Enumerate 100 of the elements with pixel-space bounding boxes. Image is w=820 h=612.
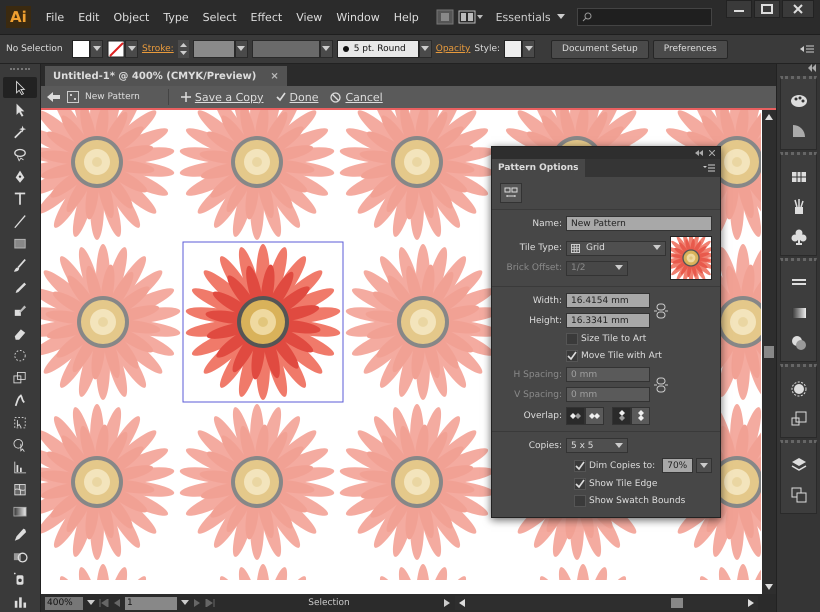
menu-item[interactable]: Select	[198, 8, 242, 26]
copies-dropdown[interactable]: 5 x 5	[566, 438, 628, 453]
stroke-link[interactable]: Stroke:	[142, 44, 174, 54]
checkbox[interactable]	[566, 350, 578, 362]
variable-width-field[interactable]	[252, 40, 320, 58]
caret-icon[interactable]	[237, 46, 246, 52]
back-arrow-icon[interactable]	[47, 91, 61, 103]
checkbox-label: Show Tile Edge	[589, 479, 658, 489]
checkbox-label: Show Swatch Bounds	[589, 496, 686, 506]
artboards-icon[interactable]	[788, 485, 808, 505]
toolbar-button[interactable]: Document Setup	[551, 40, 649, 58]
scrollbar-thumb[interactable]	[764, 346, 774, 358]
status-menu-icon[interactable]	[443, 599, 451, 607]
bridge-icon[interactable]	[436, 9, 454, 25]
checkmark-icon	[276, 92, 286, 102]
style-swatch[interactable]	[504, 40, 522, 58]
close-icon[interactable]	[782, 0, 814, 18]
caret-icon[interactable]	[615, 442, 623, 448]
input-field[interactable]: 70%	[662, 458, 693, 473]
menu-item[interactable]: Type	[158, 8, 194, 26]
link-icon[interactable]	[654, 302, 668, 318]
page-field[interactable]: 1	[125, 596, 177, 610]
club-icon[interactable]	[788, 227, 808, 247]
grid-icon	[571, 244, 580, 252]
checkbox-label: Size Tile to Art	[581, 334, 646, 344]
close-icon[interactable]	[709, 150, 715, 156]
brush-dot-icon	[342, 46, 349, 52]
checkbox[interactable]	[574, 460, 586, 472]
stroke-weight-field[interactable]	[192, 40, 235, 58]
caret-icon[interactable]	[128, 46, 136, 52]
search-field[interactable]	[576, 8, 712, 26]
opacity-link[interactable]: Opacity	[436, 44, 470, 54]
checkbox-label: Move Tile with Art	[581, 351, 662, 361]
caret-icon[interactable]	[181, 600, 189, 606]
zoom-field[interactable]: 400%	[45, 596, 83, 610]
caret-icon[interactable]	[524, 46, 533, 52]
scroll-down-icon[interactable]	[765, 584, 773, 590]
panel-menu-icon[interactable]	[703, 164, 715, 172]
pattern-swatch-icon	[67, 91, 79, 103]
menu-item[interactable]: View	[291, 8, 328, 26]
stroke-swatch[interactable]	[107, 40, 125, 58]
checkbox[interactable]	[574, 478, 586, 490]
caret-icon[interactable]	[700, 462, 708, 468]
horizontal-overlap-button[interactable]	[585, 407, 604, 425]
field-label: Overlap:	[522, 411, 562, 421]
workspace-switcher[interactable]: Essentials	[496, 10, 551, 24]
vertical-overlap-button[interactable]	[612, 407, 631, 425]
horizontal-overlap-button[interactable]	[566, 407, 585, 425]
tile-type-dropdown[interactable]: Grid	[566, 240, 666, 256]
style-label: Style:	[474, 44, 500, 54]
tile-editor-button[interactable]	[500, 183, 522, 203]
caret-icon[interactable]	[87, 600, 95, 606]
menu-item[interactable]: File	[40, 8, 70, 26]
done-link[interactable]: Done	[290, 90, 318, 104]
menu-item[interactable]: Edit	[73, 8, 104, 26]
toolbar-button[interactable]: Preferences	[652, 40, 728, 58]
scroll-left-icon[interactable]	[459, 599, 465, 607]
app-logo: Ai	[6, 6, 31, 28]
input-field[interactable]: 16.3341 mm	[566, 313, 650, 328]
input-field[interactable]: New Pattern	[566, 216, 712, 231]
caret-icon[interactable]	[556, 14, 565, 20]
save-link[interactable]: Save a Copy	[194, 90, 264, 104]
field-label: Width:	[532, 296, 562, 306]
panel-menu-icon[interactable]	[800, 44, 814, 54]
caret-icon[interactable]	[653, 245, 661, 251]
fill-swatch[interactable]	[72, 40, 90, 58]
next-page-icon[interactable]	[193, 599, 201, 607]
scroll-right-icon[interactable]	[748, 599, 754, 607]
first-page-icon[interactable]	[99, 599, 109, 607]
scroll-up-icon[interactable]	[765, 114, 773, 120]
menu-item[interactable]: Help	[388, 8, 424, 26]
vertical-overlap-button[interactable]	[631, 407, 650, 425]
collapse-icon[interactable]	[695, 150, 703, 156]
caret-icon[interactable]	[421, 46, 430, 52]
maximize-icon[interactable]	[754, 0, 780, 18]
link-icon[interactable]	[654, 376, 668, 392]
menu-item[interactable]: Effect	[246, 8, 288, 26]
caret-icon[interactable]	[322, 46, 330, 52]
menu-item[interactable]: Window	[331, 8, 385, 26]
spinner-icon[interactable]	[178, 40, 189, 58]
pattern-name: New Pattern	[85, 92, 140, 102]
arrange-documents-icon[interactable]	[458, 10, 484, 24]
selection-status: No Selection	[6, 44, 64, 54]
scrollbar-thumb[interactable]	[670, 598, 682, 608]
last-page-icon[interactable]	[205, 599, 215, 607]
brush-field[interactable]: 5 pt. Round	[336, 40, 419, 58]
previous-page-icon[interactable]	[113, 599, 121, 607]
caret-icon[interactable]	[92, 46, 100, 52]
menu-item[interactable]: Object	[108, 8, 154, 26]
field-label: H Spacing:	[512, 370, 562, 380]
cancel-link[interactable]: Cancel	[345, 90, 383, 104]
tab-close[interactable]: ×	[270, 70, 279, 82]
input-field[interactable]: 16.4154 mm	[566, 293, 650, 308]
document-tab[interactable]: Untitled-1* @ 400% (CMYK/Preview) ×	[45, 66, 287, 86]
checkbox[interactable]	[566, 333, 578, 345]
checkbox[interactable]	[574, 495, 586, 507]
panel-tab[interactable]: Pattern Options	[492, 159, 585, 177]
minimize-icon[interactable]	[726, 0, 752, 18]
appearance-circle-icon[interactable]	[788, 379, 808, 399]
field-label: V Spacing:	[513, 390, 562, 400]
